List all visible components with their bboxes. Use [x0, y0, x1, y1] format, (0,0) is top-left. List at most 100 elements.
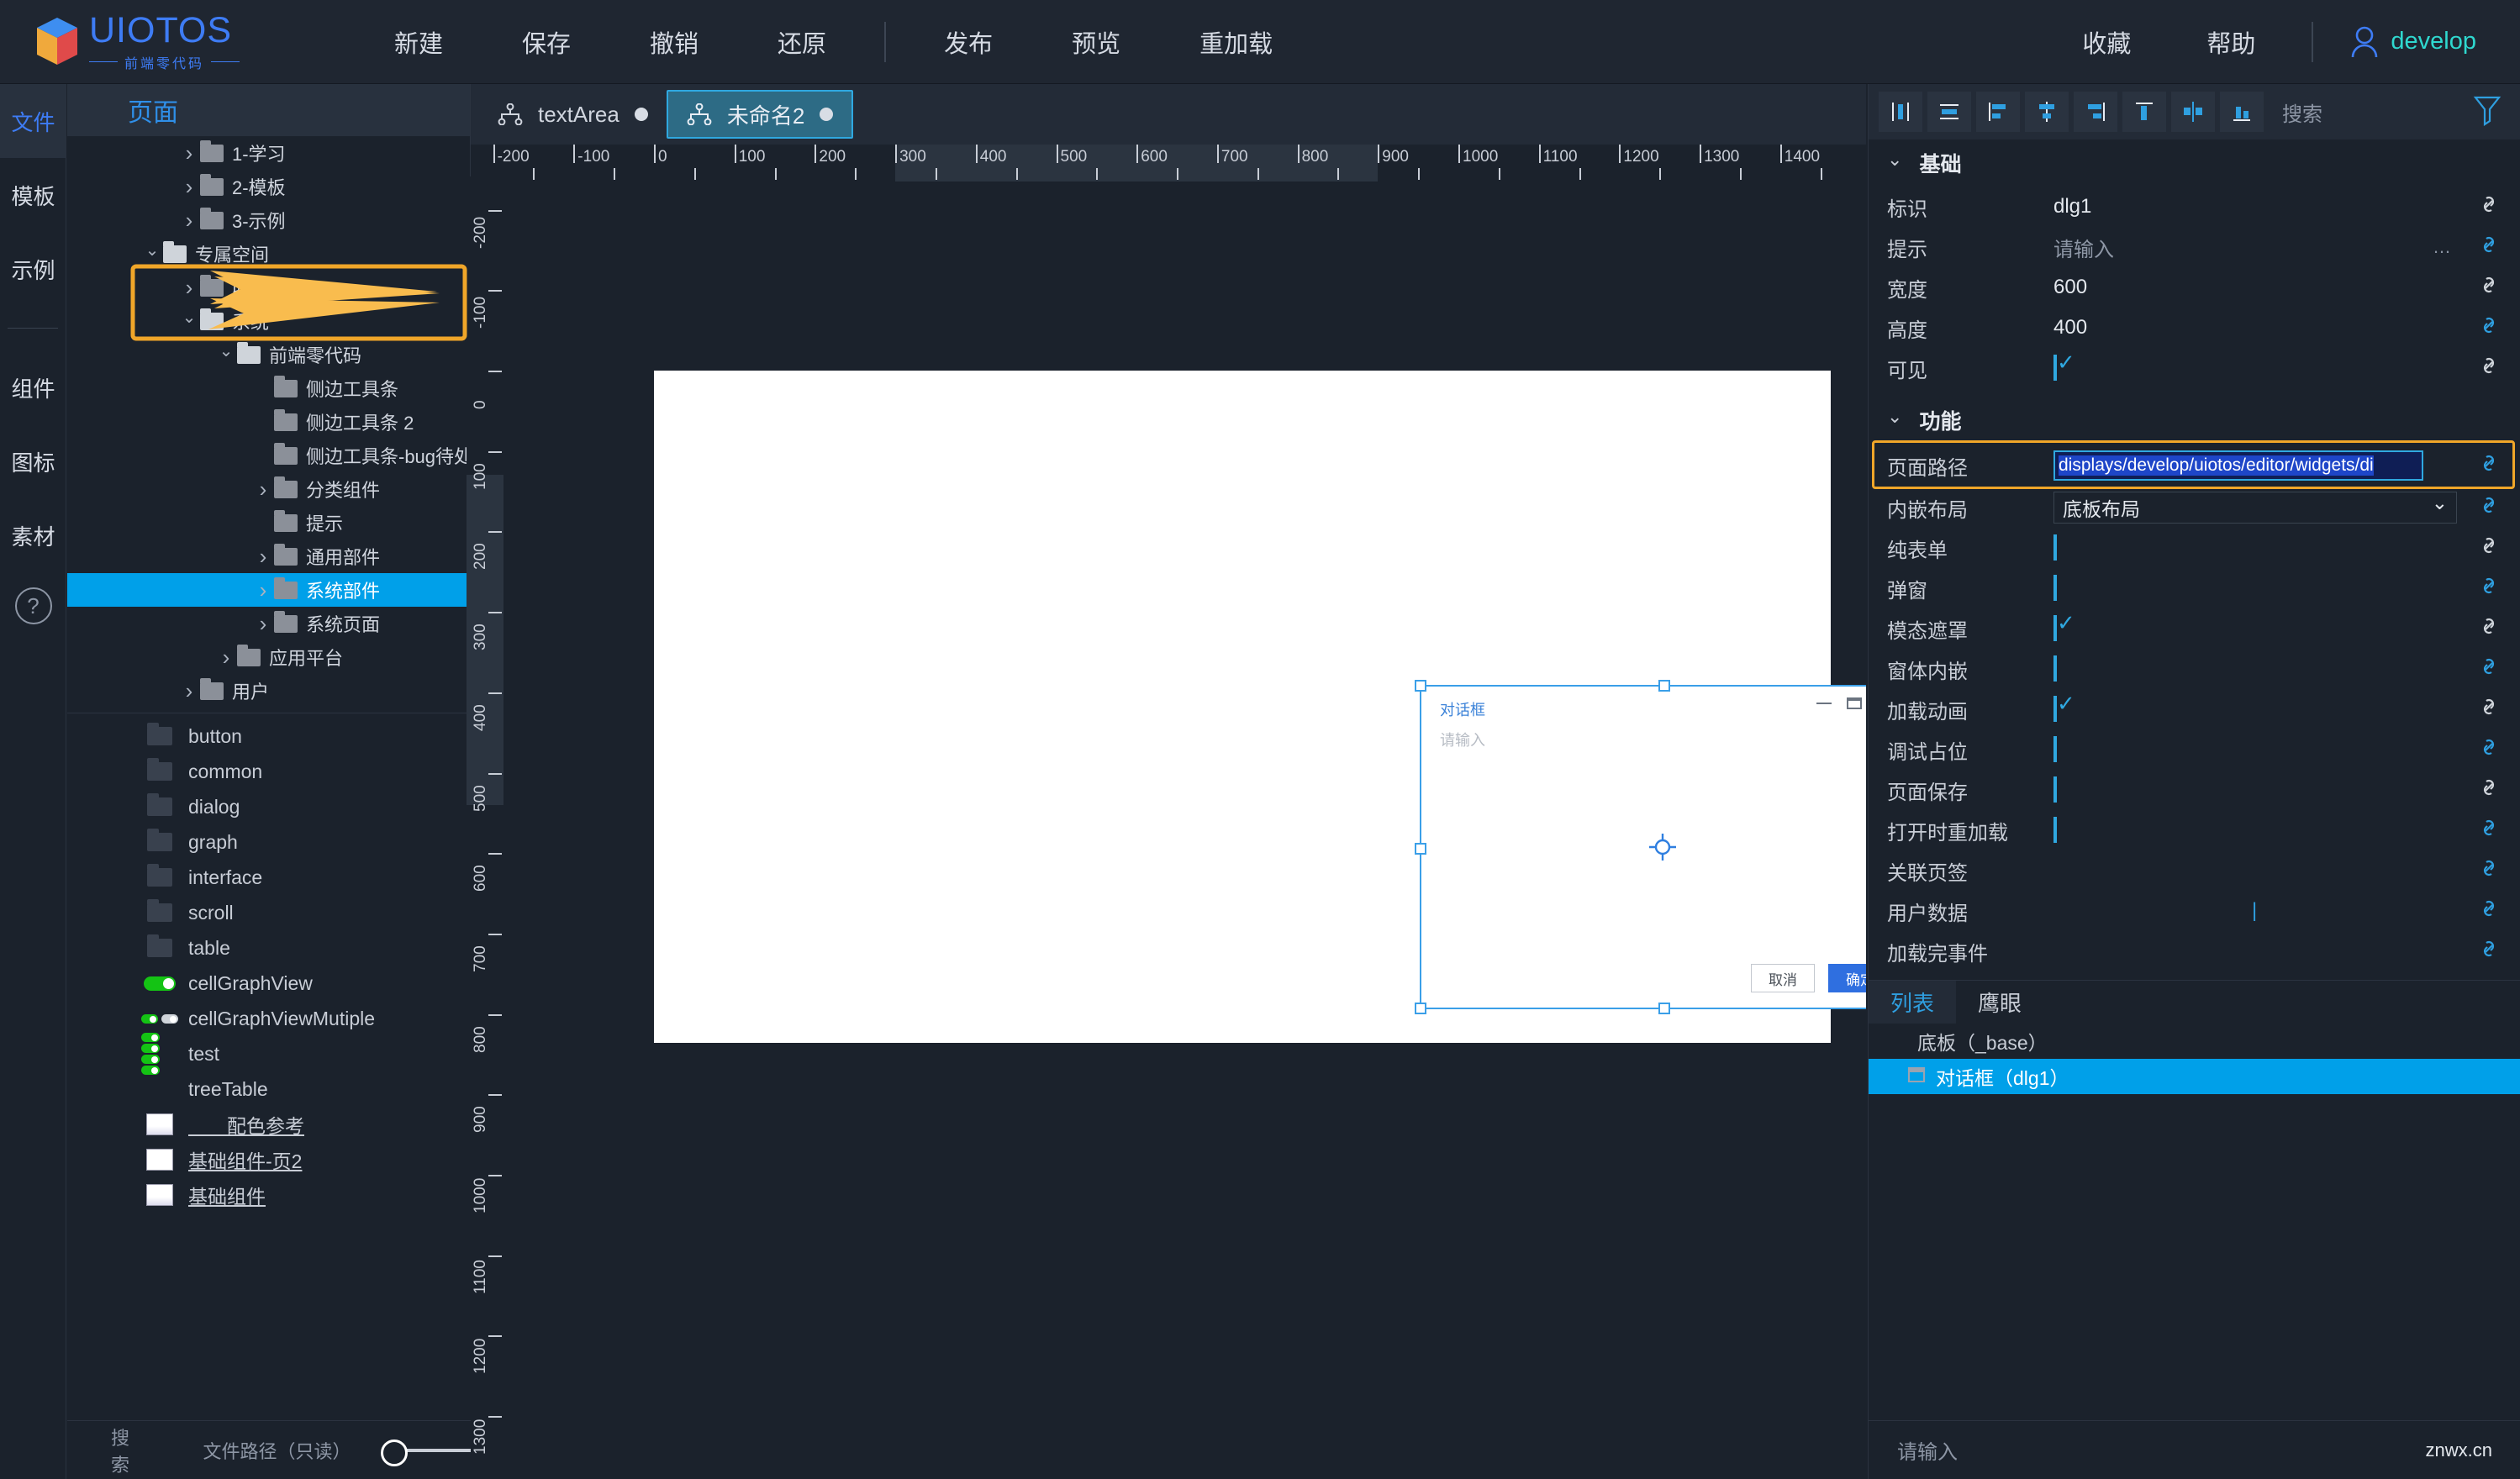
tree-node[interactable]: 系统页面	[67, 607, 470, 640]
property-checkbox[interactable]	[2053, 615, 2057, 641]
align-right-icon[interactable]	[2074, 92, 2117, 132]
resize-handle-sw[interactable]	[1415, 1003, 1426, 1014]
chevron-right-icon[interactable]	[178, 140, 200, 166]
tree-node[interactable]: 侧边工具条 2	[67, 405, 470, 439]
property-checkbox[interactable]	[2053, 534, 2057, 561]
menu-publish[interactable]: 发布	[944, 24, 993, 60]
menu-help[interactable]: 帮助	[2206, 24, 2255, 60]
rail-item-icons[interactable]: 图标	[0, 424, 66, 498]
rail-item-components[interactable]: 组件	[0, 350, 66, 424]
link-button[interactable]	[2476, 815, 2502, 846]
tab-eagle-eye[interactable]: 鹰眼	[1956, 981, 2043, 1024]
tree-node[interactable]: 收藏	[67, 271, 470, 304]
file-list-item[interactable]: scroll	[67, 895, 470, 930]
link-icon[interactable]	[2476, 192, 2502, 217]
link-button[interactable]	[2476, 775, 2502, 806]
link-icon[interactable]	[2476, 353, 2502, 378]
tree-node[interactable]: 侧边工具条-bug待处理	[67, 439, 470, 472]
file-list-item[interactable]: 基础组件-页2	[67, 1142, 470, 1177]
link-button[interactable]	[2476, 232, 2502, 263]
more-options-icon[interactable]: …	[2433, 236, 2453, 258]
file-list-item[interactable]: 基础组件	[67, 1177, 470, 1213]
property-checkbox[interactable]	[2053, 776, 2057, 803]
link-icon[interactable]	[2476, 272, 2502, 297]
property-value[interactable]: dlg1	[2053, 195, 2520, 218]
property-checkbox[interactable]	[2053, 736, 2057, 762]
tree-node[interactable]: 通用部件	[67, 539, 470, 573]
tab-list[interactable]: 列表	[1869, 981, 1956, 1024]
property-checkbox[interactable]	[2053, 355, 2057, 381]
menu-favorites[interactable]: 收藏	[2082, 24, 2131, 60]
search-label[interactable]: 搜索	[111, 1424, 145, 1477]
property-value[interactable]: 600	[2053, 276, 2520, 299]
tree-node[interactable]: 提示	[67, 506, 470, 539]
resize-handle-s[interactable]	[1658, 1003, 1670, 1014]
link-icon[interactable]	[2476, 815, 2502, 840]
tree-node[interactable]: 2-模板	[67, 170, 470, 203]
chevron-down-icon[interactable]	[141, 244, 163, 265]
file-list-item[interactable]: table	[67, 930, 470, 966]
link-icon[interactable]	[2476, 936, 2502, 961]
property-checkbox[interactable]	[2053, 575, 2057, 601]
link-button[interactable]	[2476, 654, 2502, 685]
link-icon[interactable]	[2476, 896, 2502, 921]
properties-search-input[interactable]: 搜索	[2282, 97, 2322, 127]
chevron-right-icon[interactable]	[178, 208, 200, 234]
rail-item-files[interactable]: 文件	[0, 84, 66, 158]
tree-node[interactable]: 侧边工具条	[67, 371, 470, 405]
link-icon[interactable]	[2476, 492, 2502, 518]
tab-untitled2[interactable]: 未命名2	[667, 90, 853, 139]
link-button[interactable]	[2476, 533, 2502, 564]
zoom-slider[interactable]	[399, 1449, 471, 1452]
menu-redo[interactable]: 还原	[778, 24, 826, 60]
resize-handle-w[interactable]	[1415, 843, 1426, 855]
link-icon[interactable]	[2476, 573, 2502, 598]
tree-node[interactable]: 1-学习	[67, 136, 470, 170]
link-icon[interactable]	[2476, 313, 2502, 338]
tree-node[interactable]: 系统部件	[67, 573, 470, 607]
tab-textarea[interactable]: textArea	[479, 90, 667, 139]
link-icon[interactable]	[2476, 694, 2502, 719]
tree-node[interactable]: 3-示例	[67, 203, 470, 237]
distribute-horizontal-icon[interactable]	[2171, 92, 2215, 132]
footer-input[interactable]: 请输入	[1897, 1435, 1958, 1465]
maximize-icon[interactable]	[1847, 697, 1862, 709]
chevron-down-icon[interactable]: ⌄	[2432, 492, 2448, 514]
link-button[interactable]	[2476, 855, 2502, 887]
dialog-ok-button[interactable]: 确定	[1828, 964, 1866, 992]
file-list-item[interactable]: graph	[67, 824, 470, 860]
property-checkbox[interactable]	[2053, 696, 2057, 722]
chevron-right-icon[interactable]	[252, 611, 274, 637]
section-header-function[interactable]: ⌄ 功能	[1869, 397, 2520, 444]
link-button[interactable]	[2476, 313, 2502, 344]
menu-preview[interactable]: 预览	[1072, 24, 1120, 60]
chevron-right-icon[interactable]	[252, 544, 274, 570]
chevron-right-icon[interactable]	[215, 645, 237, 671]
rail-item-help[interactable]: ?	[0, 572, 66, 639]
chevron-right-icon[interactable]	[178, 275, 200, 301]
tree-node[interactable]: 专属空间	[67, 237, 470, 271]
property-value-cell[interactable]: |	[2053, 899, 2520, 923]
link-button[interactable]	[2476, 694, 2502, 725]
link-icon[interactable]	[2476, 855, 2502, 881]
align-bottom-icon[interactable]	[2220, 92, 2264, 132]
link-button[interactable]	[2476, 613, 2502, 645]
chevron-right-icon[interactable]	[252, 577, 274, 603]
link-icon[interactable]	[2476, 654, 2502, 679]
file-list-item[interactable]: dialog	[67, 789, 470, 824]
link-icon[interactable]	[2476, 613, 2502, 639]
resize-handle-n[interactable]	[1658, 680, 1670, 692]
widget-list-item[interactable]: 底板（_base）	[1869, 1024, 2520, 1059]
tree-node[interactable]: 应用平台	[67, 640, 470, 674]
link-button[interactable]	[2476, 734, 2502, 766]
chevron-right-icon[interactable]	[252, 476, 274, 503]
property-value[interactable]: 400	[2053, 316, 2520, 339]
tree-node[interactable]: 系统	[67, 304, 470, 338]
link-button[interactable]	[2476, 573, 2502, 604]
design-canvas[interactable]: 对话框 ✕ 请输入 取消 确定	[504, 182, 1866, 1420]
rail-item-templates[interactable]: 模板	[0, 158, 66, 232]
link-button[interactable]	[2476, 272, 2502, 303]
tree-node[interactable]: 用户	[67, 674, 470, 708]
file-list-item[interactable]: ＿＿配色参考	[67, 1107, 470, 1142]
link-button[interactable]	[2476, 192, 2502, 223]
